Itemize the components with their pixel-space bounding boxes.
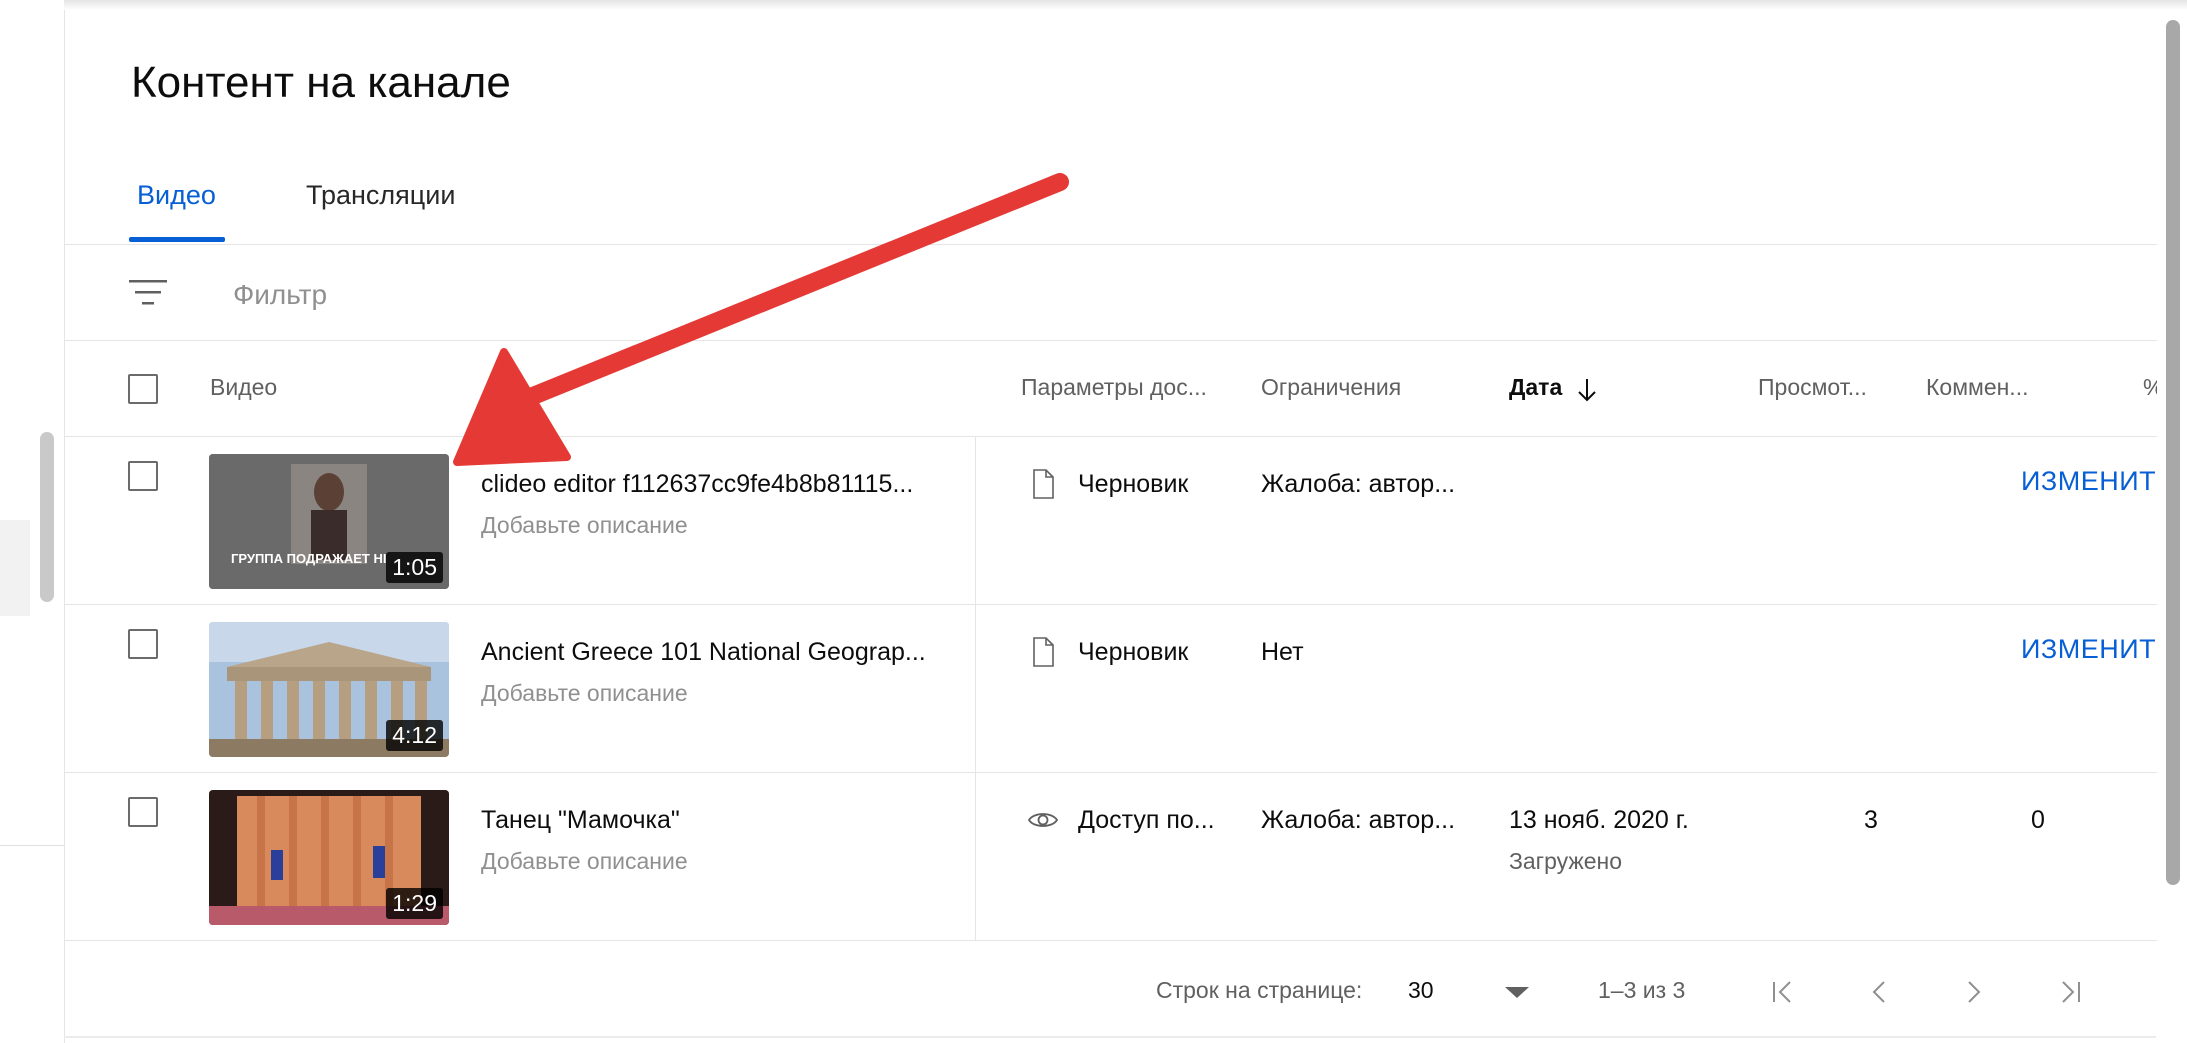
column-divider — [975, 436, 976, 604]
upload-date: 13 нояб. 2020 г. — [1509, 806, 1689, 834]
thumbnail-caption: ГРУППА ПОДРАЖАЕТ НІ — [231, 551, 387, 566]
row-checkbox[interactable] — [128, 629, 158, 659]
visibility-status[interactable]: Черновик — [1078, 638, 1188, 667]
rows-per-page-value[interactable]: 30 — [1408, 977, 1434, 1004]
eye-icon — [1027, 813, 1059, 827]
tabs-divider — [65, 244, 2157, 245]
row-divider — [65, 940, 2157, 941]
row-divider — [65, 772, 2157, 773]
previous-page-icon[interactable] — [1859, 972, 1899, 1012]
video-title[interactable]: Танец "Мамочка" — [481, 806, 680, 835]
column-divider — [975, 772, 976, 940]
restrictions-status[interactable]: Нет — [1261, 638, 1304, 667]
row-checkbox[interactable] — [128, 797, 158, 827]
channel-content-panel: Контент на канале Видео Трансляции Фильт… — [65, 0, 2157, 1043]
filter-list-icon[interactable] — [127, 276, 169, 308]
left-sidebar — [0, 0, 65, 1043]
draft-file-icon — [1033, 637, 1054, 667]
video-title[interactable]: Ancient Greece 101 National Geograp... — [481, 638, 926, 667]
column-header-restrictions[interactable]: Ограничения — [1261, 374, 1401, 401]
video-duration: 1:05 — [386, 552, 443, 583]
column-header-visibility[interactable]: Параметры дос... — [1021, 374, 1207, 401]
restrictions-status[interactable]: Жалоба: автор... — [1261, 470, 1455, 499]
visibility-status[interactable]: Доступ по... — [1078, 806, 1215, 835]
next-page-icon[interactable] — [1954, 972, 1994, 1012]
column-header-comments[interactable]: Коммен... — [1926, 374, 2028, 401]
video-description[interactable]: Добавьте описание — [481, 512, 688, 539]
column-header-percent[interactable]: % — [2143, 374, 2157, 401]
column-header-views[interactable]: Просмот... — [1758, 374, 1867, 401]
main-scrollbar[interactable] — [2166, 20, 2180, 885]
row-divider — [65, 604, 2157, 605]
page-title: Контент на канале — [131, 58, 511, 107]
column-divider — [975, 604, 976, 772]
row-checkbox[interactable] — [128, 461, 158, 491]
video-thumbnail[interactable]: 4:12 — [209, 622, 449, 757]
video-description[interactable]: Добавьте описание — [481, 848, 688, 875]
column-header-video[interactable]: Видео — [210, 374, 277, 401]
draft-file-icon — [1033, 469, 1054, 499]
filter-divider — [65, 340, 2157, 341]
filter-input[interactable]: Фильтр — [233, 279, 327, 311]
edit-button[interactable]: ИЗМЕНИТ — [2021, 634, 2156, 665]
select-all-checkbox[interactable] — [128, 374, 158, 404]
comments-count: 0 — [2031, 806, 2045, 834]
video-thumbnail[interactable]: 1:29 — [209, 790, 449, 925]
rows-per-page-label: Строк на странице: — [1156, 977, 1363, 1003]
views-count: 3 — [1864, 806, 1878, 834]
tab-videos[interactable]: Видео — [137, 180, 216, 211]
video-description[interactable]: Добавьте описание — [481, 680, 688, 707]
restrictions-status[interactable]: Жалоба: автор... — [1261, 806, 1455, 835]
pagination-range: 1–3 из 3 — [1598, 977, 1686, 1003]
first-page-icon[interactable] — [1763, 972, 1803, 1012]
sidebar-highlight — [0, 520, 30, 616]
last-page-icon[interactable] — [2050, 972, 2090, 1012]
sidebar-scrollbar[interactable] — [40, 432, 54, 602]
column-header-date[interactable]: Дата — [1509, 374, 1562, 401]
edit-button[interactable]: ИЗМЕНИТ — [2021, 466, 2156, 497]
panel-bottom-border — [64, 1036, 2156, 1038]
sidebar-divider — [0, 845, 64, 846]
upload-status: Загружено — [1509, 848, 1623, 874]
caret-down-icon[interactable] — [1503, 982, 1531, 1002]
video-duration: 1:29 — [386, 888, 443, 919]
table-header-divider — [65, 436, 2157, 437]
active-tab-indicator — [129, 237, 225, 242]
arrow-down-icon[interactable] — [1575, 376, 1599, 404]
tab-live-streams[interactable]: Трансляции — [306, 180, 455, 211]
video-title[interactable]: clideo editor f112637cc9fe4b8b81115... — [481, 470, 913, 499]
visibility-status[interactable]: Черновик — [1078, 470, 1188, 499]
video-duration: 4:12 — [386, 720, 443, 751]
video-thumbnail[interactable]: ГРУППА ПОДРАЖАЕТ НІ 1:05 — [209, 454, 449, 589]
